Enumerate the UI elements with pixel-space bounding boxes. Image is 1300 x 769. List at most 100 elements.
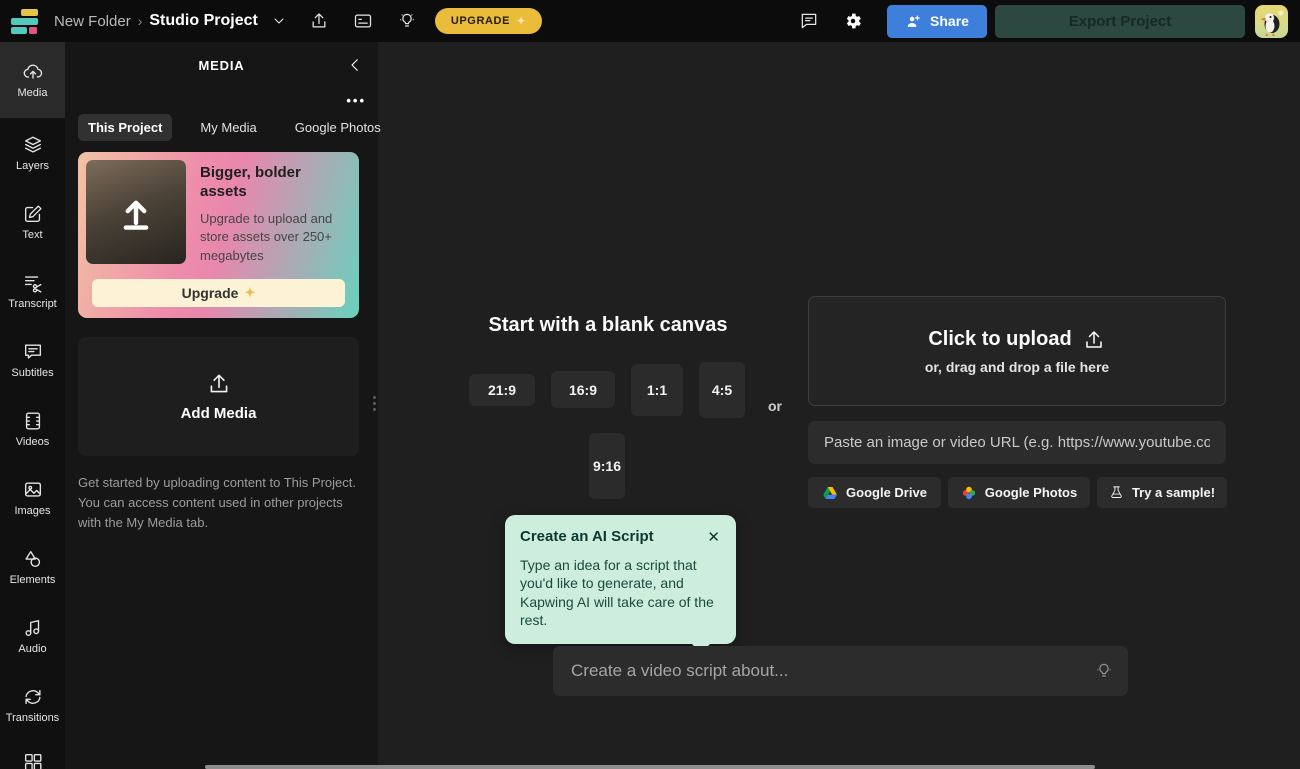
- add-media-label: Add Media: [181, 405, 257, 422]
- top-bar: New Folder › Studio Project UPGRADE ✦: [0, 0, 1300, 42]
- sidebar-item-audio[interactable]: Audio: [0, 601, 65, 670]
- panel-resize-handle[interactable]: [373, 396, 376, 411]
- grid-apps-icon: [22, 751, 44, 769]
- ratio-button-1-1[interactable]: 1:1: [631, 364, 683, 416]
- speech-bubble-lines-icon: [22, 341, 44, 363]
- promo-upgrade-label: Upgrade: [182, 285, 239, 301]
- sparkle-icon: ✦: [244, 285, 255, 301]
- google-photos-icon: [961, 485, 977, 501]
- chevron-down-icon[interactable]: [271, 13, 287, 29]
- puffin-avatar-icon: [1255, 5, 1288, 38]
- tab-this-project[interactable]: This Project: [78, 114, 172, 141]
- collapse-panel-icon[interactable]: [344, 54, 366, 76]
- upgrade-button[interactable]: UPGRADE ✦: [435, 8, 542, 34]
- tooltip-body: Type an idea for a script that you'd lik…: [520, 556, 722, 630]
- export-project-button[interactable]: Export Project: [995, 5, 1245, 38]
- sidebar-item-transcript[interactable]: Transcript: [0, 256, 65, 325]
- sidebar-item-layers[interactable]: Layers: [0, 118, 65, 187]
- promo-upgrade-button[interactable]: Upgrade ✦: [92, 279, 345, 307]
- panel-title: MEDIA: [199, 58, 245, 73]
- sidebar-item-subtitles[interactable]: Subtitles: [0, 325, 65, 394]
- sidebar-item-videos[interactable]: Videos: [0, 394, 65, 463]
- promo-body: Upgrade to upload and store assets over …: [200, 210, 350, 267]
- sidebar-item-label: Elements: [10, 574, 56, 586]
- close-icon[interactable]: ✕: [705, 528, 722, 547]
- share-button-label: Share: [930, 13, 969, 29]
- upload-arrow-icon: [114, 190, 158, 234]
- share-button[interactable]: Share: [887, 5, 987, 38]
- google-drive-button[interactable]: Google Drive: [808, 477, 941, 508]
- panel-description: Get started by uploading content to This…: [78, 473, 363, 533]
- media-panel: MEDIA ••• This Project My Media Google P…: [65, 42, 378, 769]
- try-sample-label: Try a sample!: [1132, 485, 1215, 500]
- google-photos-label: Google Photos: [985, 485, 1077, 500]
- breadcrumb-separator: ›: [138, 13, 143, 29]
- ratio-button-21-9[interactable]: 21:9: [469, 374, 535, 406]
- suggestions-lightbulb-icon[interactable]: [397, 11, 417, 31]
- music-note-icon: [22, 617, 44, 639]
- media-tabs: This Project My Media Google Photos: [78, 114, 391, 141]
- upload-title: Click to upload: [928, 328, 1071, 351]
- panel-menu-dots-icon[interactable]: •••: [346, 94, 366, 107]
- add-media-button[interactable]: Add Media: [78, 337, 359, 456]
- google-drive-label: Google Drive: [846, 485, 927, 500]
- comments-icon[interactable]: [799, 11, 819, 31]
- ratio-button-16-9[interactable]: 16:9: [551, 371, 615, 408]
- breadcrumb-folder[interactable]: New Folder: [54, 13, 131, 30]
- kapwing-logo-icon[interactable]: [10, 8, 40, 34]
- ratio-button-4-5[interactable]: 4:5: [699, 362, 745, 418]
- google-drive-icon: [822, 485, 838, 501]
- promo-thumbnail: [86, 160, 186, 264]
- lightbulb-icon[interactable]: [1094, 661, 1114, 681]
- cycle-arrows-icon: [22, 686, 44, 708]
- edit-pencil-icon: [22, 203, 44, 225]
- breadcrumb: New Folder › Studio Project: [54, 12, 287, 30]
- picture-icon: [22, 479, 44, 501]
- horizontal-scrollbar[interactable]: [205, 765, 1095, 769]
- upgrade-promo-card[interactable]: Bigger, bolder assets Upgrade to upload …: [78, 152, 359, 318]
- film-strip-icon: [22, 410, 44, 432]
- tab-google-photos[interactable]: Google Photos: [285, 114, 391, 141]
- upgrade-button-label: UPGRADE: [451, 15, 510, 27]
- sidebar-item-label: Subtitles: [11, 367, 53, 379]
- sidebar-item-label: Transcript: [8, 298, 57, 310]
- flask-icon: [1109, 485, 1124, 500]
- try-sample-button[interactable]: Try a sample!: [1097, 477, 1227, 508]
- sidebar-item-text[interactable]: Text: [0, 187, 65, 256]
- sidebar-item-label: Transitions: [6, 712, 59, 724]
- settings-gear-icon[interactable]: [843, 11, 863, 31]
- layers-icon: [22, 134, 44, 156]
- upload-arrow-icon: [1082, 328, 1106, 352]
- sidebar-item-label: Videos: [16, 436, 49, 448]
- google-photos-button[interactable]: Google Photos: [948, 477, 1090, 508]
- sidebar-item-plugins[interactable]: [0, 751, 65, 769]
- ratio-button-9-16[interactable]: 9:16: [589, 433, 625, 499]
- left-toolbar: Media Layers Text Transcript Subtitles V…: [0, 42, 65, 769]
- promo-title: Bigger, bolder assets: [200, 164, 350, 202]
- captions-icon[interactable]: [353, 11, 373, 31]
- sidebar-item-images[interactable]: Images: [0, 463, 65, 532]
- promo-text: Bigger, bolder assets Upgrade to upload …: [200, 164, 350, 266]
- or-divider-label: or: [760, 398, 790, 414]
- blank-canvas-heading: Start with a blank canvas: [378, 314, 838, 337]
- ai-script-input[interactable]: [553, 646, 1128, 696]
- sparkle-icon: ✦: [516, 14, 526, 28]
- topbar-tools: [309, 11, 417, 31]
- sidebar-item-label: Images: [14, 505, 50, 517]
- click-to-upload-dropzone[interactable]: Click to upload or, drag and drop a file…: [808, 296, 1226, 406]
- sidebar-item-transitions[interactable]: Transitions: [0, 670, 65, 739]
- ai-script-tooltip: Create an AI Script ✕ Type an idea for a…: [505, 515, 736, 644]
- account-avatar[interactable]: [1255, 5, 1288, 38]
- sidebar-item-label: Media: [18, 87, 48, 99]
- sidebar-item-media[interactable]: Media: [0, 42, 65, 118]
- tab-my-media[interactable]: My Media: [190, 114, 266, 141]
- sidebar-item-elements[interactable]: Elements: [0, 532, 65, 601]
- cloud-upload-icon: [22, 61, 44, 83]
- triangle-circle-icon: [22, 548, 44, 570]
- tooltip-title: Create an AI Script: [520, 528, 654, 545]
- main-canvas: Start with a blank canvas 21:9 16:9 1:1 …: [378, 42, 1300, 769]
- media-url-input[interactable]: [808, 421, 1226, 464]
- breadcrumb-project-title[interactable]: Studio Project: [149, 12, 257, 30]
- export-upload-icon[interactable]: [309, 11, 329, 31]
- topbar-right: Share Export Project: [799, 5, 1288, 38]
